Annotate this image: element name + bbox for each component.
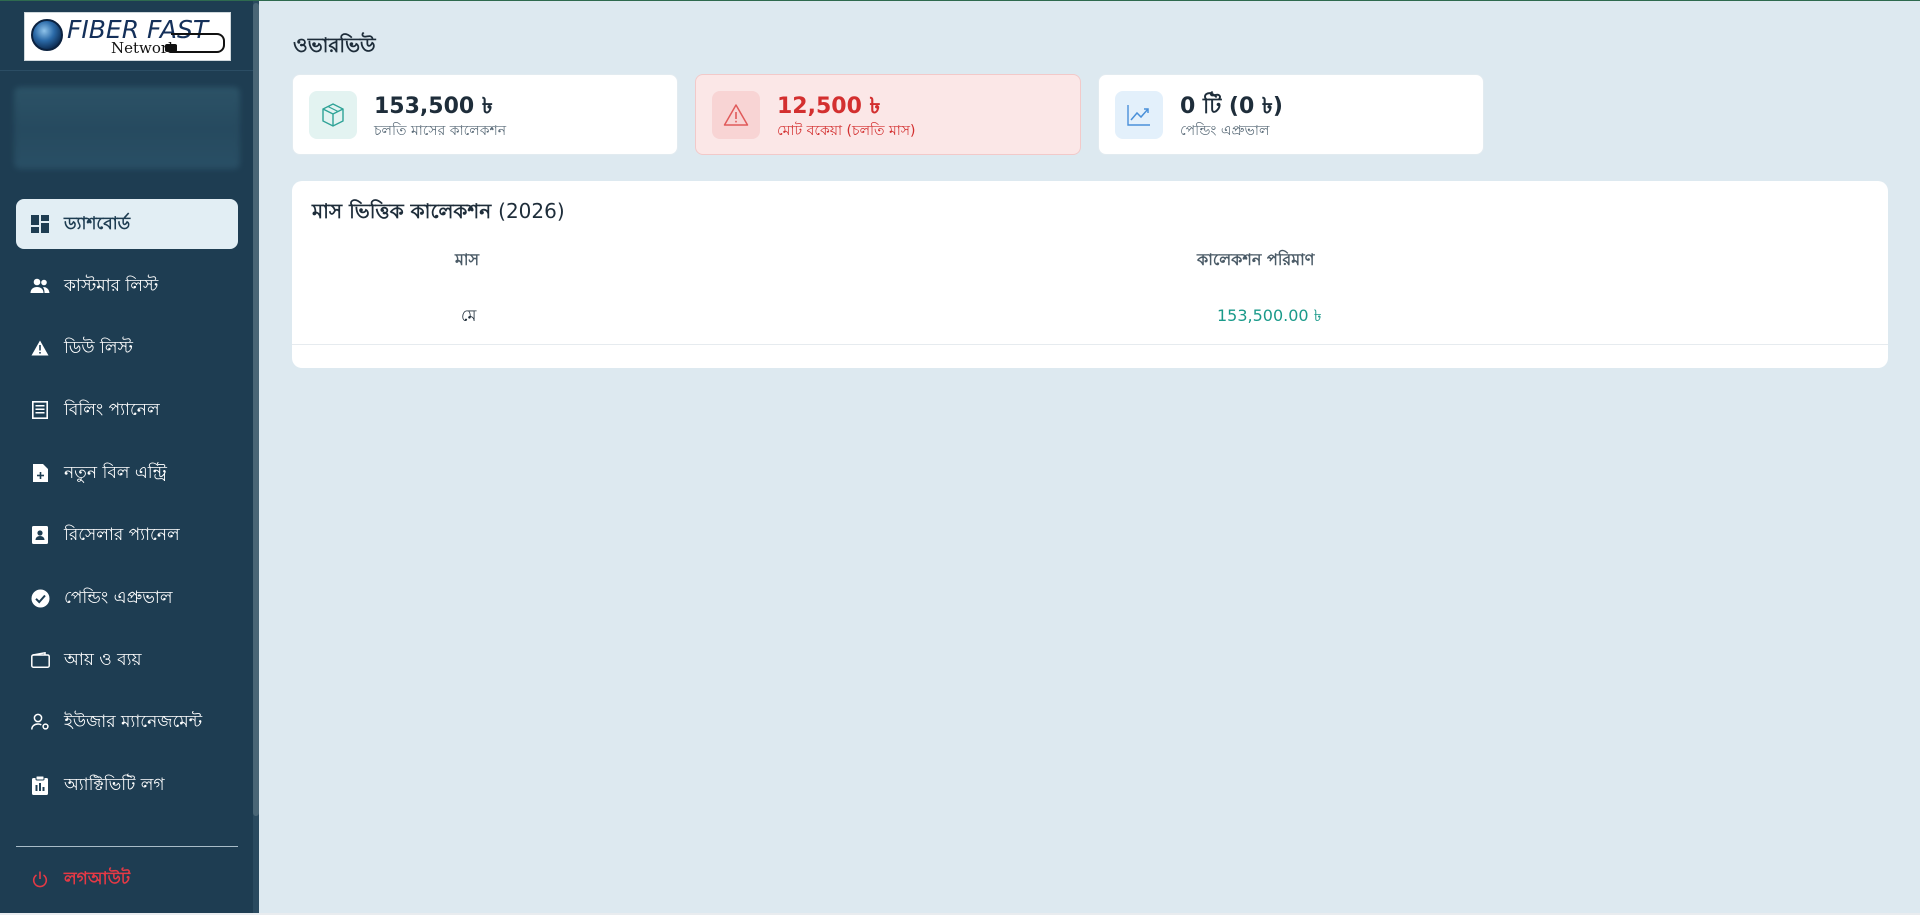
monthly-collection-card: মাস ভিত্তিক কালেকশন (2026) মাস কালেকশন প…: [292, 181, 1888, 368]
sidebar-item-customer-list[interactable]: কাস্টমার লিস্ট: [16, 261, 238, 311]
monthly-collection-year: (2026): [498, 199, 565, 223]
page-title: ওভারভিউ: [293, 33, 376, 57]
monthly-collection-title-text: মাস ভিত্তিক কালেকশন: [312, 199, 492, 223]
user-settings-icon: [30, 712, 50, 732]
dashboard-icon: [30, 214, 50, 234]
sidebar-item-label: ইউজার ম্যানেজমেন্ট: [64, 712, 203, 732]
globe-icon: [31, 19, 63, 51]
users-icon: [30, 276, 50, 296]
brand-logo[interactable]: FIBER FAST Network: [24, 12, 231, 61]
sidebar-item-new-bill-entry[interactable]: নতুন বিল এন্ট্রি: [16, 448, 238, 498]
sidebar: FIBER FAST Network ড্যাশবোর্ড কাস্টমার ল…: [0, 1, 259, 913]
logo-subtitle: Network: [111, 39, 178, 57]
stat-label: মোট বকেয়া (চলতি মাস): [777, 123, 916, 139]
warning-icon: [30, 338, 50, 358]
stat-label: চলতি মাসের কালেকশন: [374, 123, 507, 139]
box-icon: [309, 91, 357, 139]
column-header-month: মাস: [455, 250, 480, 269]
receipt-icon: [30, 400, 50, 420]
logo-area: FIBER FAST Network: [0, 1, 253, 71]
user-profile-blurred: [14, 87, 240, 169]
table-cell-month: মে: [461, 306, 477, 325]
sidebar-divider: [16, 846, 238, 847]
warning-icon: [712, 91, 760, 139]
logout-button[interactable]: লগআউট: [16, 856, 238, 902]
sidebar-item-label: পেন্ডিং এপ্রুভাল: [64, 588, 173, 608]
wallet-icon: [30, 650, 50, 670]
sidebar-item-label: কাস্টমার লিস্ট: [64, 276, 159, 296]
sidebar-item-label: রিসেলার প্যানেল: [64, 525, 180, 545]
sidebar-item-label: অ্যাক্টিভিটি লগ: [64, 775, 165, 795]
column-header-amount: কালেকশন পরিমাণ: [1197, 250, 1315, 269]
stat-label: পেন্ডিং এপ্রুভাল: [1180, 123, 1270, 139]
sidebar-item-pending-approval[interactable]: পেন্ডিং এপ্রুভাল: [16, 573, 238, 623]
cable-plug-icon: [165, 33, 225, 53]
main-content: ওভারভিউ 153,500 ৳ চলতি মাসের কালেকশন 12,…: [259, 1, 1920, 913]
sidebar-item-label: ডিউ লিস্ট: [64, 338, 133, 358]
monthly-collection-title: মাস ভিত্তিক কালেকশন (2026): [312, 197, 565, 230]
logout-label: লগআউট: [64, 869, 131, 889]
table-cell-amount: 153,500.00 ৳: [1217, 306, 1322, 325]
sidebar-item-income-expense[interactable]: আয় ও ব্যয়: [16, 635, 238, 685]
sidebar-item-dashboard[interactable]: ড্যাশবোর্ড: [16, 199, 238, 249]
stat-card-total-due: 12,500 ৳ মোট বকেয়া (চলতি মাস): [695, 74, 1081, 155]
new-document-icon: [30, 463, 50, 483]
power-icon: [30, 869, 50, 889]
row-divider: [292, 344, 1888, 345]
trend-chart-icon: [1115, 91, 1163, 139]
contact-book-icon: [30, 525, 50, 545]
sidebar-item-user-management[interactable]: ইউজার ম্যানেজমেন্ট: [16, 697, 238, 747]
sidebar-item-due-list[interactable]: ডিউ লিস্ট: [16, 323, 238, 373]
sidebar-item-billing-panel[interactable]: বিলিং প্যানেল: [16, 385, 238, 435]
stat-card-pending-approval: 0 টি (0 ৳) পেন্ডিং এপ্রুভাল: [1098, 74, 1484, 155]
clipboard-icon: [30, 775, 50, 795]
check-circle-icon: [30, 588, 50, 608]
stat-card-current-collection: 153,500 ৳ চলতি মাসের কালেকশন: [292, 74, 678, 155]
sidebar-item-label: আয় ও ব্যয়: [64, 650, 142, 670]
sidebar-item-label: ড্যাশবোর্ড: [64, 214, 131, 234]
sidebar-item-activity-log[interactable]: অ্যাক্টিভিটি লগ: [16, 760, 238, 810]
sidebar-item-reseller-panel[interactable]: রিসেলার প্যানেল: [16, 510, 238, 560]
sidebar-item-label: বিলিং প্যানেল: [64, 400, 160, 420]
sidebar-item-label: নতুন বিল এন্ট্রি: [64, 463, 167, 483]
